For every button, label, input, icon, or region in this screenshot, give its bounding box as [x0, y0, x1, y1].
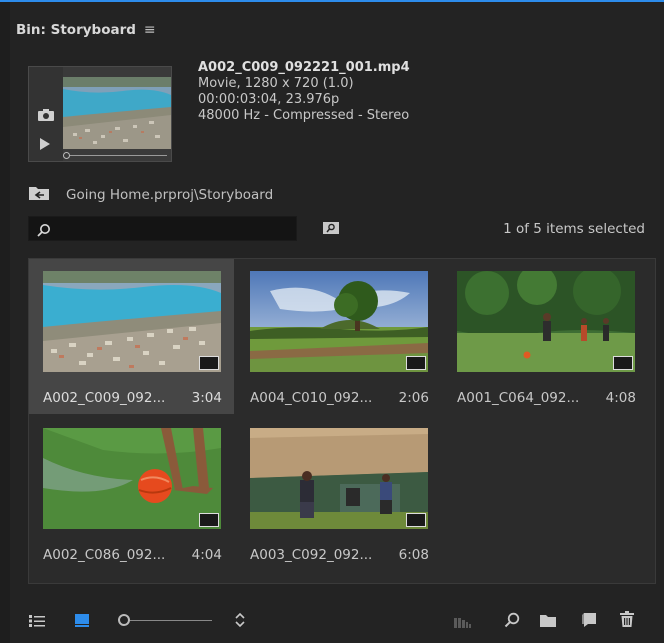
clip-thumbnail [250, 428, 428, 529]
new-item-icon[interactable] [581, 612, 597, 632]
clip-thumbnail [250, 271, 428, 372]
clip-name: A002_C086_092... [43, 547, 166, 563]
scrubber-playhead[interactable] [63, 152, 70, 159]
clip-type-icon [613, 356, 633, 370]
clip-format: Movie, 1280 x 720 (1.0) [198, 76, 354, 91]
clip-name: A001_C064_092... [457, 390, 580, 406]
list-view-icon[interactable] [29, 613, 45, 632]
clip-thumbnail [457, 271, 635, 372]
clip-grid: A002_C009_092... 3:04 A004_C010_092... 2… [28, 258, 656, 584]
clip-tile[interactable]: A004_C010_092... 2:06 [236, 259, 441, 414]
clip-type-icon [199, 513, 219, 527]
clip-audio: 48000 Hz - Compressed - Stereo [198, 108, 410, 123]
clip-tile[interactable]: A002_C086_092... 4:04 [29, 416, 234, 571]
clip-duration: 2:06 [398, 390, 429, 406]
clip-duration: 4:04 [191, 547, 222, 563]
panel-header: Bin: Storyboard ≡ [16, 22, 156, 38]
find-in-bin-icon[interactable] [322, 220, 340, 239]
search-box [28, 216, 297, 241]
panel-menu-icon[interactable]: ≡ [144, 22, 156, 38]
selection-count: 1 of 5 items selected [503, 221, 645, 237]
clip-timecode: 00:00:03:04, 23.976p [198, 92, 340, 107]
icon-view-icon[interactable] [74, 612, 90, 632]
preview-scrubber[interactable] [65, 155, 167, 156]
preview-thumbnail [63, 77, 171, 149]
clip-thumbnail [43, 428, 221, 529]
clip-name: A002_C009_092... [43, 390, 166, 406]
search-input[interactable] [55, 219, 291, 238]
clip-duration: 3:04 [191, 390, 222, 406]
clip-name: A003_C092_092... [250, 547, 373, 563]
panel-title: Bin: Storyboard [16, 22, 136, 38]
clip-thumbnail [43, 271, 221, 372]
clip-tile[interactable]: A001_C064_092... 4:08 [443, 259, 648, 414]
clip-metadata: A002_C009_092221_001.mp4 Movie, 1280 x 7… [198, 60, 410, 124]
clip-type-icon [406, 356, 426, 370]
parent-bin-icon[interactable] [28, 185, 50, 205]
clip-tile[interactable]: A003_C092_092... 6:08 [236, 416, 441, 571]
clip-duration: 6:08 [398, 547, 429, 563]
clip-type-icon [199, 356, 219, 370]
zoom-slider-handle[interactable] [118, 614, 130, 626]
clip-filename: A002_C009_092221_001.mp4 [198, 60, 410, 75]
clip-duration: 4:08 [605, 390, 636, 406]
play-icon[interactable] [39, 135, 51, 154]
clip-name: A004_C010_092... [250, 390, 373, 406]
zoom-slider-track[interactable] [122, 620, 212, 621]
panel-footer [10, 600, 664, 640]
clip-tile[interactable]: A002_C009_092... 3:04 [29, 259, 234, 414]
camera-icon[interactable] [37, 107, 55, 126]
bin-path-text: Going Home.prproj\Storyboard [66, 187, 274, 203]
sort-icon[interactable] [234, 612, 246, 632]
clip-type-icon [406, 513, 426, 527]
find-icon[interactable] [504, 612, 520, 632]
automate-to-sequence-icon[interactable] [454, 614, 472, 633]
new-bin-icon[interactable] [539, 613, 557, 632]
bin-path: Going Home.prproj\Storyboard [28, 185, 273, 205]
search-icon [37, 222, 51, 241]
preview-area [28, 66, 172, 162]
trash-icon[interactable] [620, 611, 634, 632]
